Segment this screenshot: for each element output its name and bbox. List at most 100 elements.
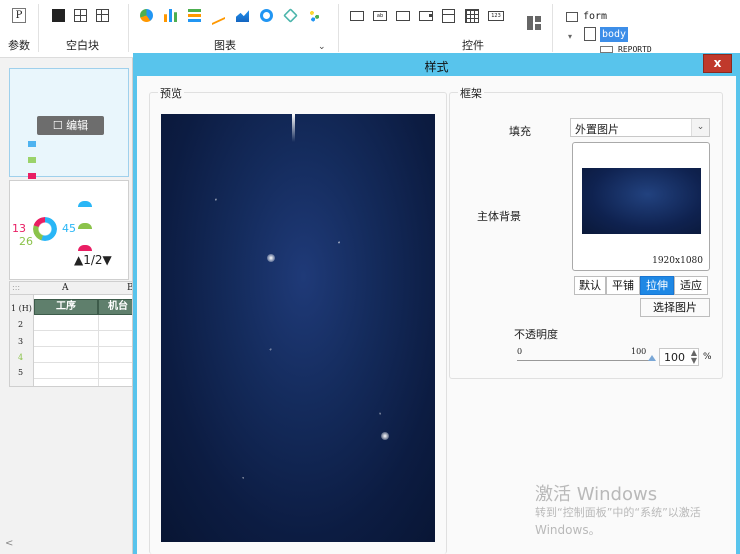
param-label: 参数	[8, 39, 30, 52]
chart-label: 图表	[214, 39, 236, 52]
select-all-icon[interactable]: :::	[12, 283, 20, 292]
preview-image	[161, 114, 435, 542]
dialog-title: 样式	[424, 60, 449, 74]
row-header[interactable]: 2	[18, 320, 23, 329]
widget-label: 控件	[462, 39, 484, 52]
mode-tile-button[interactable]: 平铺	[606, 276, 640, 295]
image-thumbnail	[582, 168, 701, 234]
opacity-input[interactable]: 100 ▲ ▼	[659, 348, 699, 366]
blank-block-group: 空白块	[44, 0, 126, 58]
chevron-down-icon[interactable]: ⌄	[318, 42, 326, 52]
report-grid[interactable]: ::: A B 1 (H) 2 3 4 5 工序 机台	[9, 281, 133, 387]
dialog-titlebar[interactable]: 样式 x	[137, 53, 736, 76]
legend-swatch	[28, 157, 36, 163]
chart-group: 图表 ⌄	[134, 0, 334, 58]
more-widgets-icon[interactable]	[527, 16, 541, 30]
combo-widget-icon[interactable]	[419, 11, 433, 21]
param-icon: P	[12, 8, 26, 23]
opacity-slider[interactable]	[517, 360, 653, 361]
gauge-mark	[78, 223, 92, 229]
number-widget-icon[interactable]: 123	[488, 11, 504, 21]
column-header-bar	[10, 282, 132, 295]
table-widget-icon[interactable]	[465, 9, 479, 23]
body-icon	[584, 27, 596, 41]
choose-image-button[interactable]: 选择图片	[640, 298, 710, 317]
frame-label: 框架	[458, 85, 484, 101]
blank-block-label: 空白块	[66, 39, 99, 52]
scroll-left-icon[interactable]: <	[5, 538, 13, 549]
area-chart-icon[interactable]	[236, 10, 249, 22]
opacity-label: 不透明度	[514, 328, 558, 341]
line-chart-icon[interactable]	[212, 5, 225, 26]
gauge-mark	[78, 245, 92, 251]
starfield	[161, 114, 435, 542]
preview-label: 预览	[158, 85, 184, 101]
fill-select-value: 外置图片	[575, 123, 619, 136]
edit-icon: ☐	[52, 119, 67, 132]
row-header[interactable]: 5	[18, 368, 23, 377]
row-header[interactable]: 3	[18, 337, 23, 346]
fill-select[interactable]: 外置图片 ⌄	[570, 118, 710, 137]
opacity-unit: %	[703, 352, 712, 362]
mode-default-button[interactable]: 默认	[574, 276, 606, 295]
column-header[interactable]: A	[62, 283, 69, 293]
image-size: 1920x1080	[652, 256, 703, 266]
grid-cells[interactable]	[34, 315, 132, 386]
widget-group: ab 123 控件	[344, 0, 518, 58]
date-widget-icon[interactable]	[442, 9, 455, 23]
edit-button[interactable]: ☐ 编辑	[37, 116, 104, 135]
opacity-max: 100	[631, 347, 647, 356]
spinner-down-icon[interactable]: ▼	[691, 357, 697, 365]
button-widget-icon[interactable]	[350, 11, 364, 21]
donut-chart	[33, 217, 57, 241]
text-widget-icon[interactable]	[396, 11, 410, 21]
donut-value: 45	[62, 222, 76, 235]
cell-header[interactable]: 机台	[98, 299, 132, 315]
chevron-down-icon[interactable]: ⌄	[691, 119, 709, 136]
radar-chart-icon[interactable]	[283, 8, 298, 23]
image-preview-box[interactable]: 1920x1080	[572, 142, 710, 271]
widget-tree-panel: form ▾ body REPORTD	[560, 0, 740, 58]
pager[interactable]: ▲1/2▼	[74, 253, 112, 267]
toolbar-divider	[128, 4, 129, 52]
blank-block-icon[interactable]	[52, 9, 65, 22]
donut-chart-icon[interactable]	[260, 9, 273, 22]
widget-card-selected[interactable]: ☐ 编辑	[9, 68, 129, 179]
chart-card[interactable]: 13 45 26 ▲1/2▼	[9, 180, 129, 280]
absolute-layout-icon[interactable]	[74, 9, 87, 22]
donut-value: 26	[19, 235, 33, 248]
close-button[interactable]: x	[703, 54, 732, 73]
label-widget-icon[interactable]: ab	[373, 11, 387, 21]
mode-fit-button[interactable]: 适应	[674, 276, 708, 295]
toolbar-divider	[38, 4, 39, 52]
tree-body-label[interactable]: body	[600, 27, 629, 42]
main-bg-label: 主体背景	[477, 210, 521, 223]
edit-label: 编辑	[66, 119, 89, 132]
scatter-chart-icon[interactable]	[308, 9, 321, 22]
activation-watermark-title: 激活 Windows	[535, 484, 658, 505]
tree-form-label[interactable]: form	[583, 11, 607, 22]
gauge-mark	[78, 201, 92, 207]
cell-header[interactable]: 工序	[34, 299, 98, 315]
row-header[interactable]: 1 (H)	[11, 304, 32, 313]
style-dialog: 样式 x 预览 框架 填充 外置图片 ⌄ 主体背景 1920x1080 默认 平…	[133, 53, 740, 554]
legend-swatch	[28, 173, 36, 179]
activation-watermark-text: 转到“控制面板”中的“系统”以激活	[535, 506, 701, 519]
opacity-slider-handle[interactable]	[648, 355, 656, 361]
report-icon	[600, 46, 613, 53]
opacity-value: 100	[664, 351, 685, 364]
tree-collapse-icon[interactable]: ▾	[568, 32, 572, 41]
activation-watermark-text: Windows。	[535, 523, 601, 537]
row-header[interactable]: 4	[18, 353, 23, 362]
tab-layout-icon[interactable]	[96, 9, 109, 22]
bar-chart-icon[interactable]	[164, 9, 177, 22]
legend-swatch	[28, 141, 36, 147]
pie-chart-icon[interactable]	[140, 9, 153, 22]
toolbar-divider	[552, 4, 553, 52]
form-icon	[566, 12, 578, 22]
mode-stretch-button[interactable]: 拉伸	[640, 276, 674, 295]
column-chart-icon[interactable]	[188, 9, 201, 22]
toolbar-divider	[338, 4, 339, 52]
param-group[interactable]: P 参数	[0, 0, 38, 58]
fill-label: 填充	[509, 125, 531, 138]
